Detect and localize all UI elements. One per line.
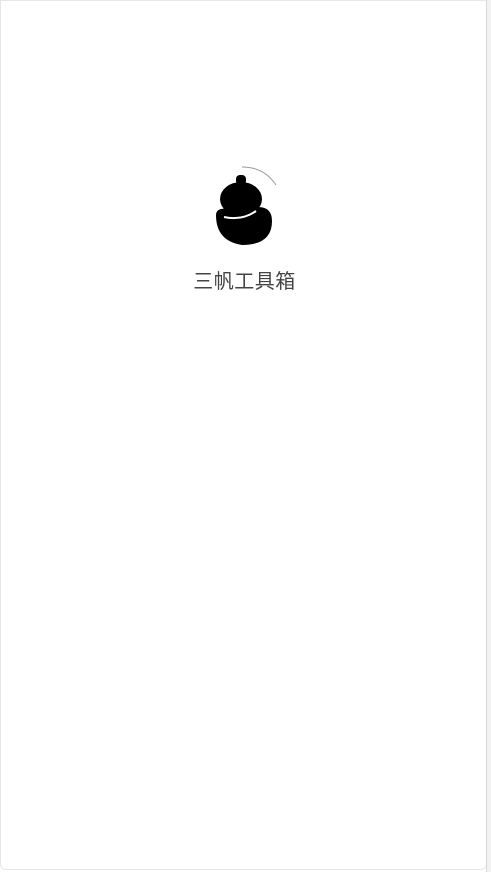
window-right-edge [486, 0, 491, 872]
app-name: 三帆工具箱 [193, 269, 296, 293]
gourd-logo-icon [215, 166, 276, 245]
app-window: 三帆工具箱 [0, 0, 487, 870]
splash-screen: 三帆工具箱 [1, 161, 486, 294]
